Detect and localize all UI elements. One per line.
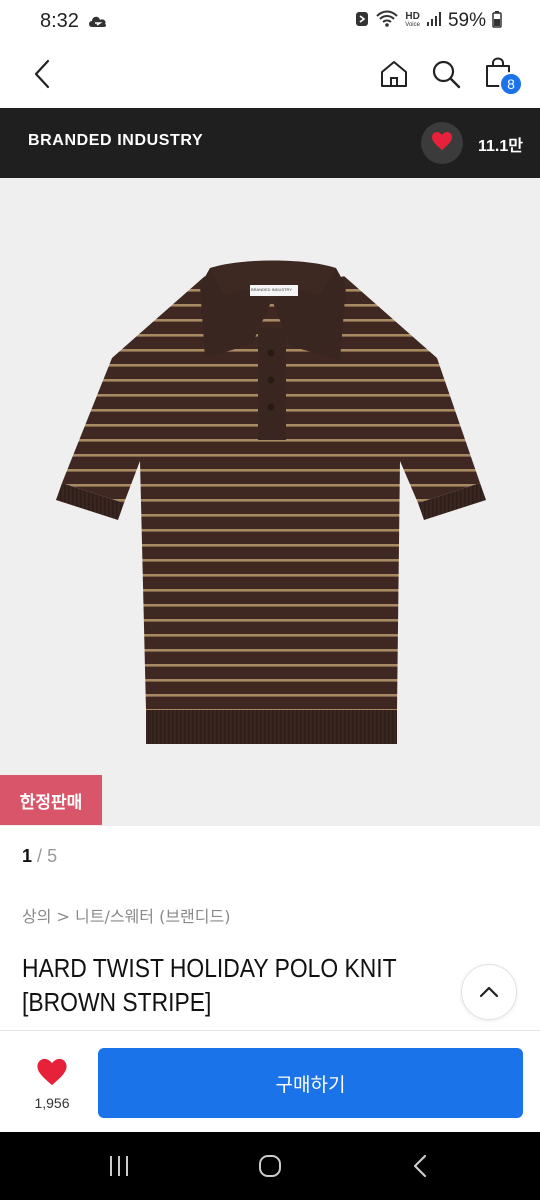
battery-percent: 59% [447, 10, 486, 31]
home-circle-icon [254, 1155, 286, 1184]
like-button[interactable]: 1,956 [20, 1053, 84, 1117]
image-separator: / [37, 846, 43, 866]
brand-like-button[interactable] [421, 122, 463, 164]
image-total: 5 [47, 846, 58, 866]
image-index: 1 [22, 846, 33, 866]
recents-icon [103, 1156, 135, 1184]
cloud-icon [87, 12, 109, 34]
search-button[interactable] [426, 54, 466, 98]
voice-label: Voice [405, 22, 420, 28]
shirt-label-text: BRANDED INDUSTRY [251, 287, 293, 292]
brand-like-count: 11.1만 [478, 138, 523, 155]
scroll-top-button[interactable] [461, 964, 517, 1020]
home-button[interactable] [374, 54, 414, 98]
polo-knit-illustration [56, 260, 486, 744]
wifi-icon [375, 10, 399, 32]
recents-button[interactable] [103, 1152, 135, 1180]
status-time: 8:32 [40, 10, 79, 32]
cart-count-badge: 8 [499, 72, 523, 96]
system-home-button[interactable] [254, 1152, 286, 1180]
buy-button[interactable]: 구매하기 [98, 1048, 523, 1118]
heart-icon [36, 1057, 68, 1091]
product-title: HARD TWIST HOLIDAY POLO KNIT [BROWN STRI… [22, 951, 400, 1019]
status-icons: HD Voice 59% [355, 10, 502, 32]
back-button[interactable] [22, 54, 62, 98]
category-breadcrumb[interactable]: 상의 > 니트/스웨터 (브랜디드) [22, 903, 230, 927]
status-bar: 8:32 HD Voice 59% [0, 0, 540, 46]
home-icon [379, 59, 409, 93]
battery-icon [492, 10, 502, 32]
nfc-icon [355, 10, 369, 32]
hd-voice-icon: HD Voice [405, 12, 420, 30]
signal-icon [426, 10, 442, 32]
like-count: 1,956 [34, 1095, 70, 1111]
back-icon [33, 59, 51, 93]
system-back-button[interactable] [405, 1152, 437, 1180]
system-back-icon [405, 1154, 437, 1184]
brand-name[interactable]: BRANDED INDUSTRY [28, 132, 203, 150]
product-title-line2: [BROWN STRIPE] [22, 987, 212, 1017]
limited-sale-badge: 한정판매 [0, 775, 102, 825]
action-bar: 1,956 구매하기 [0, 1030, 540, 1132]
product-title-line1: HARD TWIST HOLIDAY POLO KNIT [22, 953, 397, 983]
system-nav-bar [0, 1132, 540, 1200]
chevron-up-icon [479, 983, 499, 1002]
image-pager: 1 / 5 [22, 846, 57, 867]
heart-icon [431, 131, 453, 155]
hd-label: HD [405, 11, 420, 22]
top-nav: 8 [0, 46, 540, 108]
cart-button[interactable]: 8 [478, 52, 523, 100]
search-icon [431, 59, 461, 93]
brand-bar: BRANDED INDUSTRY 11.1만 [0, 108, 540, 178]
product-image[interactable]: BRANDED INDUSTRY [0, 178, 540, 826]
